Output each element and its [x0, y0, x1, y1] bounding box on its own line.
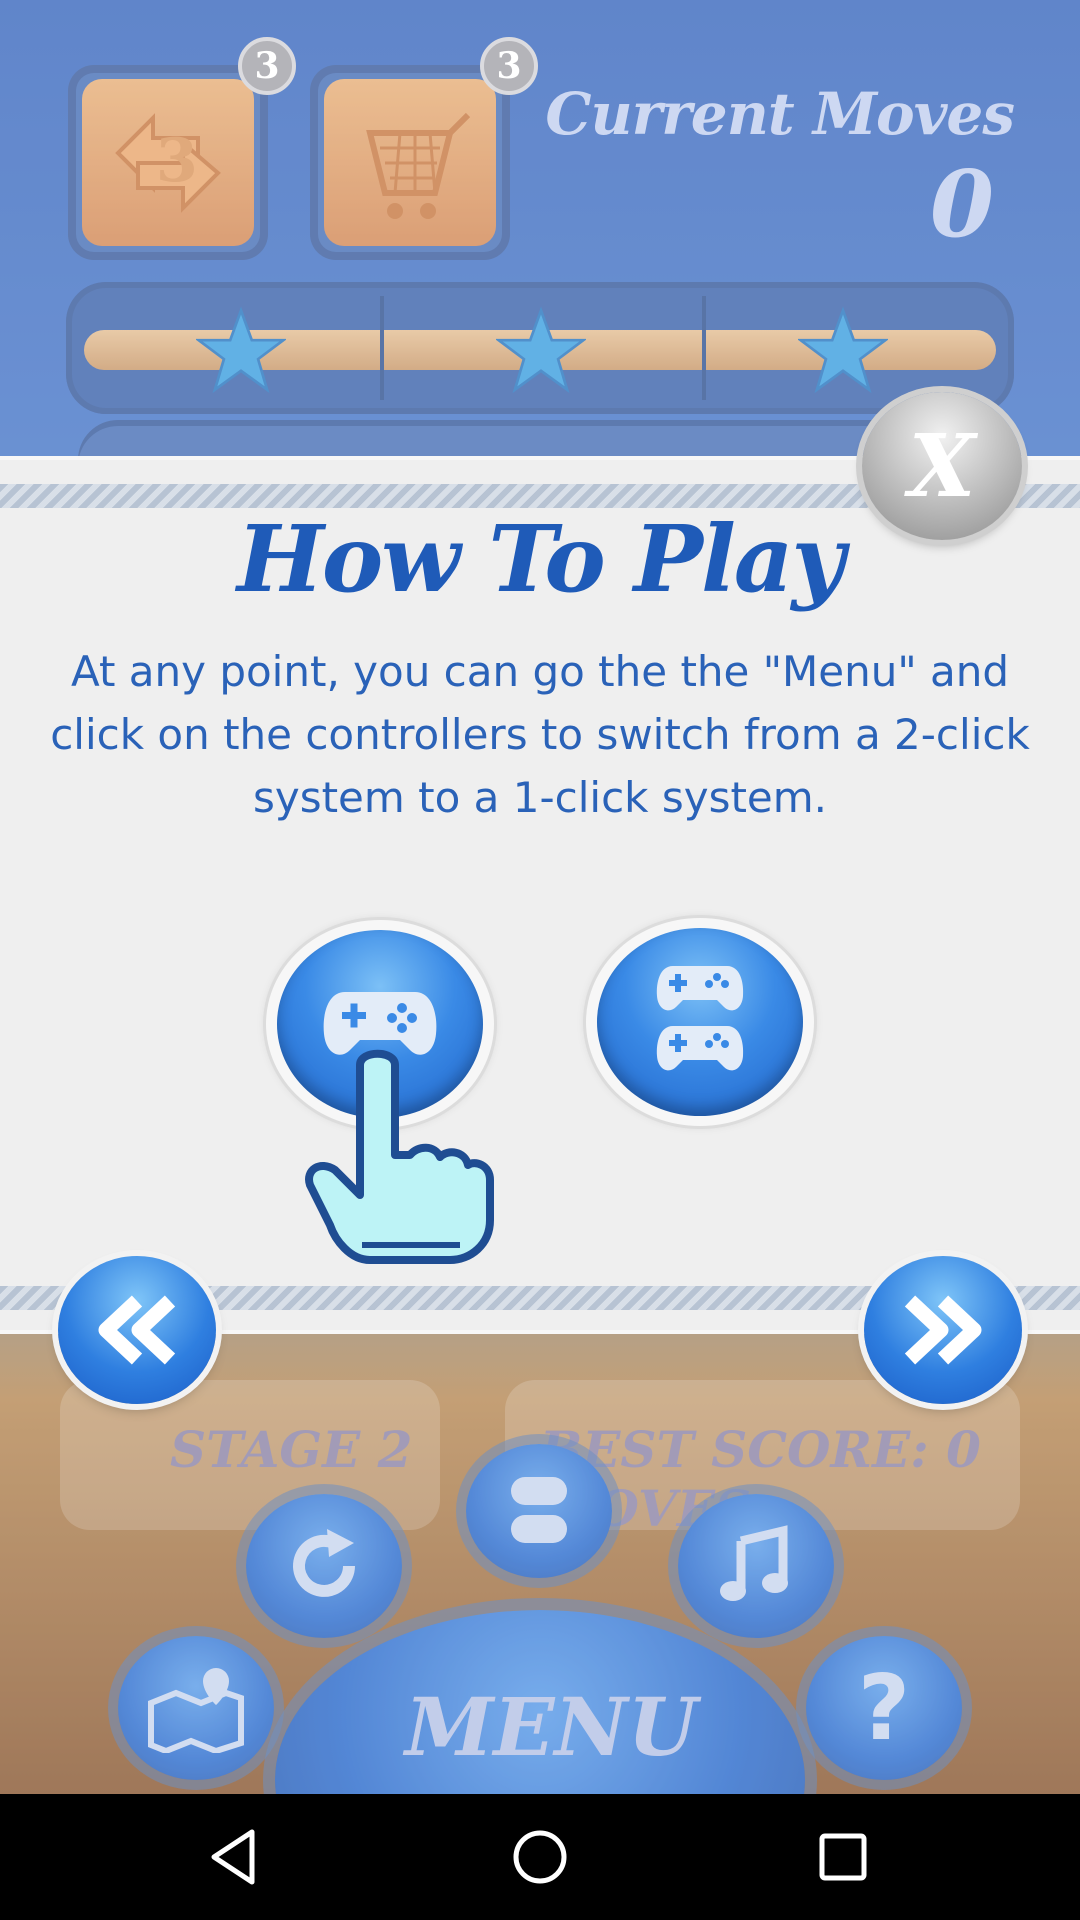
recents-icon[interactable]: [808, 1822, 878, 1892]
double-chevron-left-icon: [98, 1295, 176, 1365]
next-page-button[interactable]: [864, 1256, 1022, 1404]
dialog-body-line: system to a 1-click system.: [252, 773, 828, 822]
home-icon[interactable]: [505, 1822, 575, 1892]
close-button[interactable]: X: [862, 392, 1022, 540]
dialog-body-line: click on the controllers to switch from …: [50, 710, 1030, 759]
double-chevron-right-icon: [904, 1295, 982, 1365]
dialog-body: At any point, you can go the the "Menu" …: [40, 640, 1040, 829]
pointing-hand-icon: [305, 1049, 494, 1264]
back-icon[interactable]: [200, 1822, 270, 1892]
how-to-play-dialog: How To Play At any point, you can go the…: [0, 460, 1080, 1330]
double-controller-icon: [656, 966, 744, 1071]
dialog-body-line: At any point, you can go the the "Menu" …: [70, 647, 1010, 696]
double-controller-button: [597, 928, 803, 1116]
previous-page-button[interactable]: [58, 1256, 216, 1404]
system-navigation-bar: [0, 1794, 1080, 1920]
